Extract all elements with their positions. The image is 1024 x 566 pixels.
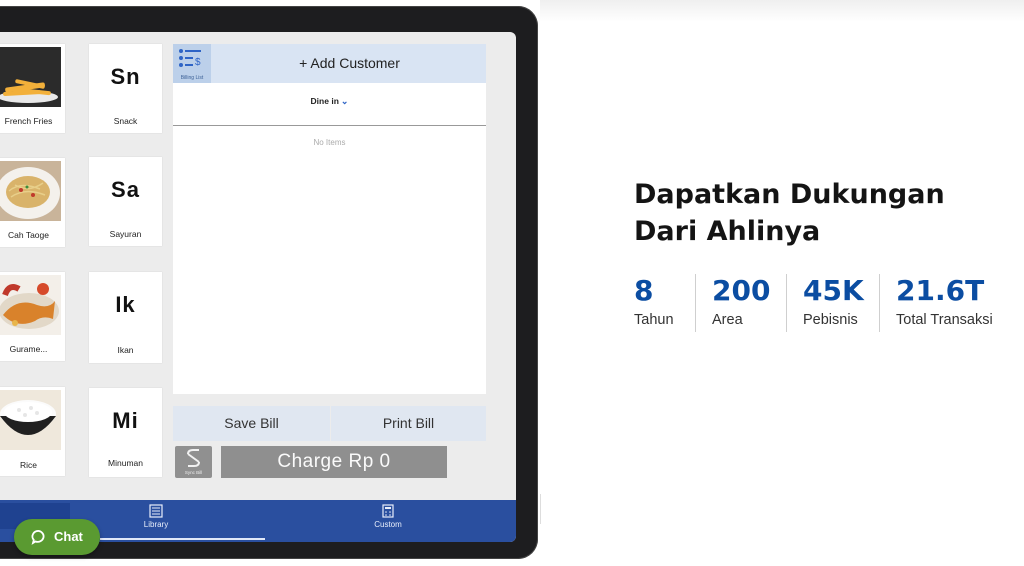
category-tile[interactable]: Mi Minuman xyxy=(89,388,162,477)
category-abbr: Mi xyxy=(112,408,139,433)
nav-library[interactable]: Library xyxy=(126,504,186,529)
product-name: Cah Taoge xyxy=(8,230,49,240)
product-name: Rice xyxy=(19,460,37,470)
chat-bubble-icon xyxy=(31,530,45,545)
nav-custom[interactable]: Custom xyxy=(358,504,418,529)
stat-value: 45K xyxy=(803,274,864,307)
billing-list-button[interactable]: $ Billing List xyxy=(173,44,211,83)
category-tile[interactable]: Ik Ikan xyxy=(89,272,162,363)
category-tile[interactable]: Sa Sayuran xyxy=(89,157,162,246)
chat-label: Chat xyxy=(54,529,83,544)
product-tile[interactable]: Cah Taoge xyxy=(0,158,65,247)
headline-line-2: Dari Ahlinya xyxy=(634,216,821,247)
stat-divider xyxy=(786,274,787,332)
charge-button[interactable]: Charge Rp 0 xyxy=(221,446,447,478)
product-tile[interactable]: Gurame... xyxy=(0,272,65,361)
gurame-photo xyxy=(0,275,61,335)
order-type-select[interactable]: Dine in ⌄ xyxy=(173,96,486,107)
category-name: Minuman xyxy=(108,458,143,468)
chat-button[interactable]: Chat xyxy=(14,519,100,555)
stat-value: 21.6T xyxy=(896,274,985,307)
svg-text:$: $ xyxy=(195,57,201,68)
nav-custom-label: Custom xyxy=(374,520,402,529)
tablet-device: French Fries Cah Taoge Gurame... Rice Sn… xyxy=(0,6,538,559)
save-bill-button[interactable]: Save Bill xyxy=(173,406,330,441)
order-type-label: Dine in xyxy=(310,96,339,106)
sync-bill-label: Sync Bill xyxy=(184,470,203,475)
category-name: Ikan xyxy=(117,345,134,355)
nav-library-label: Library xyxy=(143,520,169,529)
rice-photo xyxy=(0,390,61,450)
product-name: Gurame... xyxy=(9,344,48,354)
pos-screen: French Fries Cah Taoge Gurame... Rice Sn… xyxy=(0,32,516,542)
chevron-down-icon: ⌄ xyxy=(340,96,349,106)
stat-label: Total Transaksi xyxy=(896,312,993,328)
calculator-icon xyxy=(382,504,394,518)
cah-taoge-photo xyxy=(0,161,61,221)
stat-value: 200 xyxy=(712,274,771,307)
stat-value: 8 xyxy=(634,274,654,307)
top-fade xyxy=(540,0,1024,22)
category-abbr: Sa xyxy=(111,177,140,202)
billing-list-icon: $ xyxy=(179,49,201,68)
headline-line-1: Dapatkan Dukungan xyxy=(634,179,945,210)
billing-header: $ Billing List + Add Customer xyxy=(173,44,486,83)
product-tile[interactable]: French Fries xyxy=(0,44,65,133)
sync-icon xyxy=(187,449,200,467)
billing-list-label: Billing List xyxy=(180,75,204,81)
stat-label: Pebisnis xyxy=(803,312,858,328)
print-bill-button[interactable]: Print Bill xyxy=(331,406,486,441)
category-tile[interactable]: Sn Snack xyxy=(89,44,162,133)
product-tile[interactable]: Rice xyxy=(0,387,65,476)
stat-divider xyxy=(879,274,880,332)
french-fries-photo xyxy=(0,47,61,107)
stat-divider xyxy=(695,274,696,332)
sync-bill-button[interactable]: Sync Bill xyxy=(175,446,212,478)
stat-label: Area xyxy=(712,312,743,328)
product-name: French Fries xyxy=(4,116,53,126)
page-headline: Dapatkan Dukungan Dari Ahlinya xyxy=(634,176,945,250)
empty-items-text: No Items xyxy=(313,138,346,147)
category-name: Sayuran xyxy=(109,229,142,239)
decor-line xyxy=(540,494,541,524)
add-customer-button[interactable]: + Add Customer xyxy=(213,44,486,83)
nav-indicator xyxy=(100,538,265,540)
category-abbr: Ik xyxy=(115,292,136,317)
library-icon xyxy=(149,504,163,518)
category-name: Snack xyxy=(113,116,138,126)
stat-label: Tahun xyxy=(634,312,674,328)
divider xyxy=(173,125,486,126)
category-abbr: Sn xyxy=(110,64,141,89)
